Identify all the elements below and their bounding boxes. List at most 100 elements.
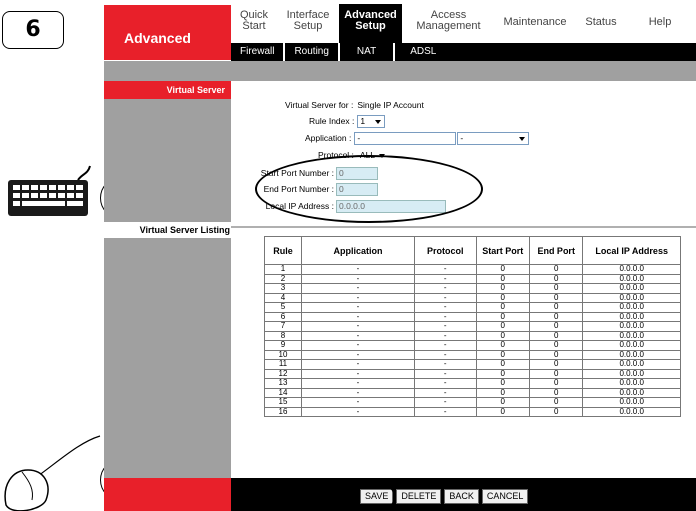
table-cell: 0 [528,368,584,379]
table-cell: 0 [475,264,530,275]
column-header: Local IP Address [582,236,681,265]
dropdown-arrow-icon [375,119,382,124]
table-cell: 0.0.0.0 [582,359,681,370]
table-row: 15- -0 0 0.0.0.0 [264,397,681,408]
table-cell: 3 [264,283,302,294]
header-band [104,61,696,81]
delete-button[interactable]: DELETE [396,489,442,504]
table-cell: 0 [528,311,584,322]
table-cell: 0 [475,397,530,408]
table-row: 6- -0 0 0.0.0.0 [264,311,681,322]
table-row: 16- -0 0 0.0.0.0 [264,406,681,417]
subtab-nat[interactable]: NAT [340,43,396,61]
table-cell: 5 [264,302,302,313]
table-cell: - [300,340,415,351]
subtab-routing[interactable]: Routing [285,43,340,61]
application-select[interactable]: - [457,131,530,145]
table-cell: - [413,302,477,313]
table-cell: - [300,321,415,332]
table-cell: 0.0.0.0 [582,264,681,275]
table-cell: - [300,330,415,341]
table-cell: 0.0.0.0 [582,387,681,398]
subtab-firewall[interactable]: Firewall [231,43,286,61]
table-cell: 12 [264,368,302,379]
table-cell: 0 [528,406,584,417]
table-row: 1- -0 0 0.0.0.0 [264,264,681,275]
table-cell: - [413,321,477,332]
table-row: 7- -0 0 0.0.0.0 [264,321,681,332]
table-cell: 0.0.0.0 [582,273,681,284]
table-cell: 0 [475,302,530,313]
dropdown-arrow-icon [519,136,526,141]
subtab-adsl[interactable]: ADSL [395,43,451,61]
save-button[interactable]: SAVE [360,489,394,504]
table-cell: 0.0.0.0 [582,349,681,360]
tab-quick-start[interactable]: Quick Start [231,4,277,45]
end-port-label: End Port Number : [263,184,334,194]
table-cell: 7 [264,321,302,332]
table-cell: - [300,283,415,294]
tab-access-management[interactable]: Access Management [402,4,495,45]
sub-tabs: Firewall Routing NAT ADSL [231,43,696,61]
virtual-server-for-row: Virtual Server for : Single IP Account [285,98,424,112]
table-row: 3- -0 0 0.0.0.0 [264,283,681,294]
local-ip-input[interactable]: 0.0.0.0 [336,199,446,213]
table-row: 5- -0 0 0.0.0.0 [264,302,681,313]
local-ip-row: Local IP Address : 0.0.0.0 [256,199,446,213]
nav-area: Quick Start Interface Setup Advanced Set… [231,0,696,61]
column-header: Rule [264,236,302,265]
table-cell: 0 [475,311,530,322]
application-select-value: - [460,132,464,143]
tab-maintenance[interactable]: Maintenance [495,4,575,45]
end-port-input[interactable]: 0 [336,182,378,196]
tab-help[interactable]: Help [627,4,693,45]
table-row: 11- -0 0 0.0.0.0 [264,359,681,370]
protocol-select[interactable]: ALL [356,148,389,162]
table-cell: 0 [475,406,530,417]
table-cell: 0.0.0.0 [582,368,681,379]
table-cell: 0 [475,387,530,398]
tab-interface-setup[interactable]: Interface Setup [277,4,339,45]
table-cell: 10 [264,349,302,360]
main-content: Virtual Server for : Single IP Account R… [231,81,696,478]
table-cell: - [413,368,477,379]
tab-status[interactable]: Status [575,4,627,45]
table-cell: 1 [264,264,302,275]
table-cell: 0 [475,349,530,360]
table-cell: 15 [264,397,302,408]
table-cell: 0 [528,302,584,313]
table-cell: 0 [475,378,530,389]
bottom-action-bar: SAVE DELETE BACK CANCEL [104,478,696,511]
tab-line: Setup [293,20,323,32]
table-cell: 0 [528,283,584,294]
table-cell: 0 [528,397,584,408]
table-cell: - [300,368,415,379]
table-cell: - [413,340,477,351]
protocol-row: Protocol : ALL [318,148,389,162]
table-cell: 0 [475,340,530,351]
back-button[interactable]: BACK [444,489,479,504]
table-cell: 0.0.0.0 [582,283,681,294]
tab-line: Help [648,16,672,28]
table-cell: - [300,292,415,303]
cancel-button[interactable]: CANCEL [481,489,529,504]
sidebar: Virtual Server Virtual Server Listing [104,81,232,478]
rule-index-select[interactable]: 1 [357,114,386,128]
table-cell: 0 [475,283,530,294]
table-row: 9- -0 0 0.0.0.0 [264,340,681,351]
table-cell: 0 [475,330,530,341]
keyboard-icon [8,165,91,216]
table-cell: 0 [528,273,584,284]
table-cell: - [300,397,415,408]
start-port-input[interactable]: 0 [336,166,378,180]
application-input[interactable]: - [354,131,457,145]
step-number-badge: 6 [2,11,64,49]
table-cell: - [413,311,477,322]
table-row: 8- -0 0 0.0.0.0 [264,330,681,341]
tab-advanced-setup[interactable]: Advanced Setup [339,4,402,45]
table-cell: - [413,397,477,408]
table-row: 10- -0 0 0.0.0.0 [264,349,681,360]
column-header: Start Port [475,236,530,265]
mouse-icon [4,435,101,511]
table-cell: - [300,406,415,417]
